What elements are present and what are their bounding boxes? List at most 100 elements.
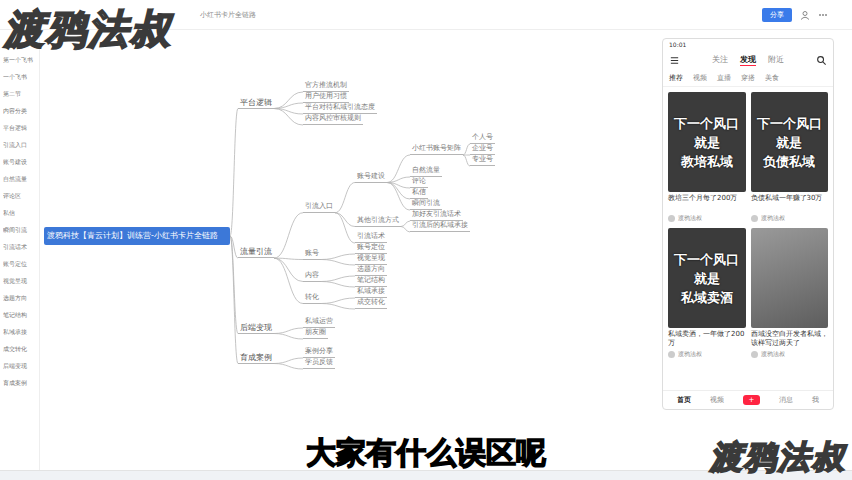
avatar-icon — [668, 215, 675, 222]
note-cover — [751, 228, 829, 328]
mindmap-node[interactable]: 后端变现 — [238, 323, 274, 334]
watermark: 渡鸦法叔 — [710, 436, 846, 480]
mindmap-edge — [274, 358, 303, 364]
mindmap-node[interactable]: 个人号 — [470, 133, 495, 144]
mindmap-node[interactable]: 企业号 — [470, 144, 495, 155]
outline-item[interactable]: 一个飞书 — [3, 73, 37, 81]
search-icon[interactable] — [816, 55, 827, 66]
mindmap-node[interactable]: 账号定位 — [355, 243, 387, 254]
mindmap-node[interactable]: 笔记结构 — [355, 276, 387, 287]
mindmap-edge — [387, 183, 410, 189]
nav-item[interactable]: 我 — [812, 395, 819, 405]
feed-tab[interactable]: 发现 — [740, 54, 756, 66]
mindmap-node[interactable]: 私域运营 — [303, 317, 335, 328]
note-card[interactable]: 西域没空白开发者私域，该样写过两天了 渡鸦法叔 — [751, 228, 829, 359]
outline-item[interactable]: 账号建设 — [3, 158, 37, 166]
mindmap-edge — [274, 258, 303, 303]
mindmap-node[interactable]: 账号 — [303, 249, 321, 260]
mindmap-edge — [274, 213, 303, 258]
subtitle: 大家有什么误区呢 — [0, 433, 852, 474]
outline-item[interactable]: 私域承接 — [3, 328, 37, 336]
mindmap-node[interactable]: 瞬间引流 — [410, 199, 442, 210]
nav-item[interactable]: 视频 — [710, 395, 724, 405]
category-tab[interactable]: 视频 — [693, 73, 707, 83]
share-button[interactable]: 分享 — [762, 8, 792, 22]
cover-text: 就是 — [694, 271, 720, 286]
mindmap-edge — [321, 260, 355, 266]
mindmap-node[interactable]: 选题方向 — [355, 265, 387, 276]
mindmap-node[interactable]: 成交转化 — [355, 298, 387, 309]
mindmap-node[interactable]: 内容 — [303, 271, 321, 282]
note-card[interactable]: 下一个风口就是负债私域 负债私域一年赚了30万 渡鸦法叔 — [751, 92, 829, 223]
mindmap-node[interactable]: 评论 — [410, 177, 428, 188]
mindmap-node[interactable]: 朋友圈 — [303, 328, 328, 339]
outline-item[interactable]: 笔记结构 — [3, 311, 37, 319]
note-caption: 西域没空白开发者私域，该样写过两天了 — [751, 330, 829, 348]
outline-item[interactable]: 成交转化 — [3, 345, 37, 353]
mindmap-node[interactable]: 用户使用习惯 — [303, 92, 349, 103]
mindmap-node[interactable]: 转化 — [303, 293, 321, 304]
mindmap-node[interactable]: 内容风控审核规则 — [303, 114, 363, 125]
mindmap-edge — [401, 227, 410, 233]
nav-item[interactable]: + — [743, 395, 761, 405]
mindmap-node[interactable]: 学员反馈 — [303, 358, 335, 369]
mindmap-edge — [387, 183, 410, 211]
outline-item[interactable]: 自然流量 — [3, 175, 37, 183]
mindmap-node[interactable]: 官方推流机制 — [303, 81, 349, 92]
outline-item[interactable]: 私信 — [3, 209, 37, 217]
mindmap-edge — [321, 282, 355, 288]
taskbar — [0, 470, 852, 480]
note-card[interactable]: 下一个风口就是私域卖酒 私域卖酒，一年做了200万 渡鸦法叔 — [668, 228, 746, 359]
outline-item[interactable]: 育成案例 — [3, 379, 37, 387]
mindmap-node[interactable]: 自然流量 — [410, 166, 442, 177]
mindmap-node[interactable]: 账号建设 — [355, 172, 387, 183]
mindmap-node[interactable]: 其他引流方式 — [355, 216, 401, 227]
mindmap-edge — [335, 213, 355, 243]
category-tab[interactable]: 美食 — [765, 73, 779, 83]
mindmap-edge — [321, 276, 355, 282]
mindmap-node[interactable]: 引流入口 — [303, 202, 335, 213]
menu-icon[interactable] — [669, 55, 680, 66]
outline-item[interactable]: 引流话术 — [3, 243, 37, 251]
mindmap-node[interactable]: 流量引流 — [238, 247, 274, 258]
note-card[interactable]: 下一个风口就是教培私域 教培三个月每了200万 渡鸦法叔 — [668, 92, 746, 223]
more-icon[interactable] — [818, 10, 828, 20]
outline-item[interactable]: 第一个飞书 — [3, 56, 37, 64]
mindmap-node[interactable]: 引流话术 — [355, 232, 387, 243]
outline-item[interactable]: 后端变现 — [3, 362, 37, 370]
mindmap-node[interactable]: 专业号 — [470, 155, 495, 166]
mindmap-node[interactable]: 视觉呈现 — [355, 254, 387, 265]
outline-item[interactable]: 第二节 — [3, 90, 37, 98]
mindmap-node[interactable]: 案例分享 — [303, 347, 335, 358]
mindmap-node[interactable]: 小红书账号矩阵 — [410, 144, 463, 155]
mindmap-edge — [274, 334, 303, 340]
outline-item[interactable]: 引流入口 — [3, 141, 37, 149]
outline-item[interactable]: 账号定位 — [3, 260, 37, 268]
mindmap-node[interactable]: 私信 — [410, 188, 428, 199]
category-tab[interactable]: 推荐 — [669, 73, 683, 83]
mindmap-root[interactable]: 渡鸦科技【青云计划】训练营-小红书卡片全链路 — [44, 227, 230, 245]
nav-item[interactable]: 首页 — [677, 395, 691, 405]
category-tab[interactable]: 穿搭 — [741, 73, 755, 83]
user-icon[interactable] — [800, 10, 810, 20]
feed-tab[interactable]: 关注 — [712, 54, 728, 66]
mindmap-node[interactable]: 平台逻辑 — [238, 98, 274, 109]
mindmap-node[interactable]: 引流后的私域承接 — [410, 221, 470, 232]
outline-item[interactable]: 瞬间引流 — [3, 226, 37, 234]
category-tab[interactable]: 直播 — [717, 73, 731, 83]
outline-item[interactable]: 评论区 — [3, 192, 37, 200]
doc-title[interactable]: 小红书卡片全链路 — [200, 10, 256, 20]
outline-item[interactable]: 内容分类 — [3, 107, 37, 115]
mindmap-node[interactable]: 私域承接 — [355, 287, 387, 298]
outline-item[interactable]: 选题方向 — [3, 294, 37, 302]
outline-item[interactable]: 视觉呈现 — [3, 277, 37, 285]
mindmap-node[interactable]: 平台对待私域引流态度 — [303, 103, 377, 114]
mindmap-edge — [335, 183, 355, 213]
note-author: 渡鸦法叔 — [751, 214, 829, 223]
mindmap-node[interactable]: 育成案例 — [238, 353, 274, 364]
feed-tab[interactable]: 附近 — [768, 54, 784, 66]
mindmap-node[interactable]: 加好友引流话术 — [410, 210, 463, 221]
outline-item[interactable]: 平台逻辑 — [3, 124, 37, 132]
mindmap-edge — [274, 328, 303, 334]
nav-item[interactable]: 消息 — [779, 395, 793, 405]
